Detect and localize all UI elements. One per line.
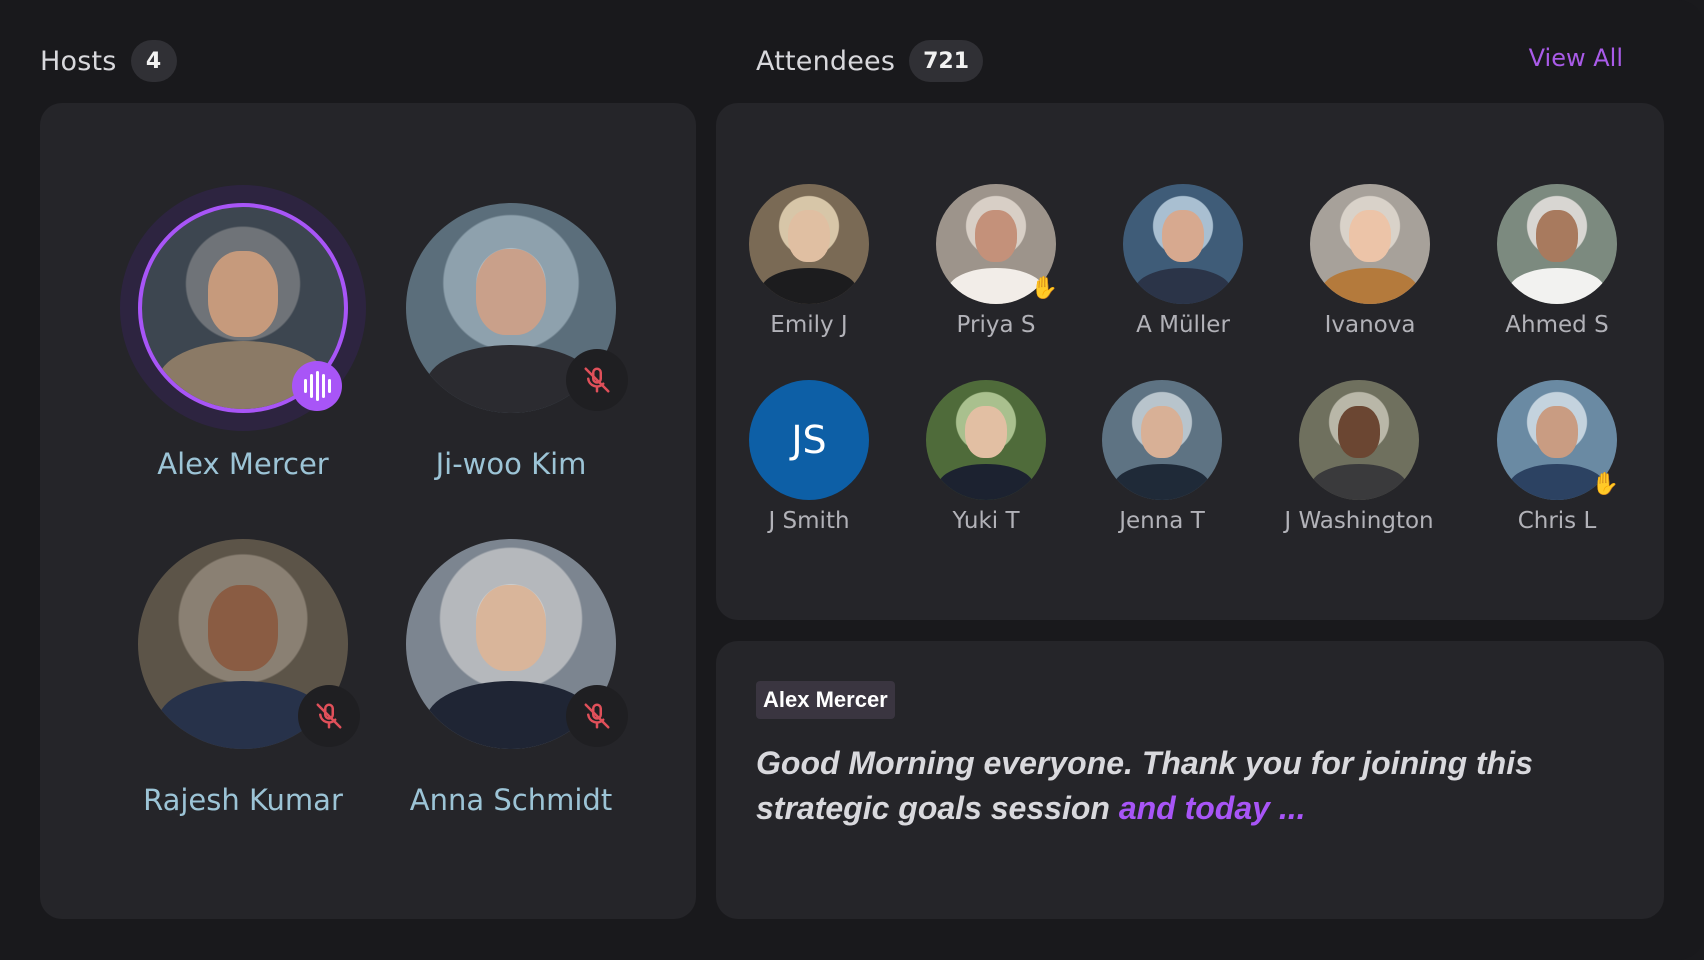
attendee-ahmed-s[interactable]: Ahmed S xyxy=(1464,184,1650,338)
host-avatar-wrap xyxy=(406,539,628,749)
hosts-count-badge: 4 xyxy=(130,40,177,82)
view-all-link[interactable]: View All xyxy=(1529,44,1623,72)
avatar xyxy=(1102,380,1222,500)
mic-off-icon[interactable] xyxy=(566,685,628,747)
host-tile-alex-mercer[interactable]: Alex Mercer xyxy=(120,185,366,481)
attendee-name: Emily J xyxy=(770,312,848,338)
raised-hand-icon: ✋ xyxy=(1030,276,1058,301)
attendees-header: Attendees 721 xyxy=(756,40,984,82)
host-tile-anna-schmidt[interactable]: Anna Schmidt xyxy=(396,539,628,817)
host-name: Anna Schmidt xyxy=(409,783,613,817)
attendee-name: Ahmed S xyxy=(1505,312,1609,338)
attendee-priya-s[interactable]: ✋ Priya S xyxy=(903,184,1089,338)
hosts-header: Hosts 4 xyxy=(40,40,177,82)
mic-off-icon[interactable] xyxy=(298,685,360,747)
attendee-name: Priya S xyxy=(956,312,1036,338)
avatar xyxy=(1310,184,1430,304)
transcript-panel: Alex Mercer Good Morning everyone. Thank… xyxy=(716,641,1664,919)
avatar xyxy=(1299,380,1419,500)
attendee-j-smith[interactable]: JS J Smith xyxy=(716,380,902,534)
attendee-a-muller[interactable]: A Müller xyxy=(1090,184,1276,338)
raised-hand-icon: ✋ xyxy=(1591,472,1619,497)
attendee-name: Yuki T xyxy=(952,508,1020,534)
attendee-jenna-t[interactable]: Jenna T xyxy=(1069,380,1255,534)
host-name: Alex Mercer xyxy=(157,447,329,481)
attendees-count-badge: 721 xyxy=(909,40,984,82)
initials-avatar: JS xyxy=(749,380,869,500)
host-avatar-wrap xyxy=(120,185,366,431)
host-avatar-wrap xyxy=(138,539,360,749)
attendee-name: J Smith xyxy=(768,508,850,534)
attendee-j-washington[interactable]: J Washington xyxy=(1266,380,1452,534)
attendees-title: Attendees xyxy=(756,45,896,77)
hosts-title: Hosts xyxy=(40,45,117,77)
host-name: Ji-woo Kim xyxy=(435,447,587,481)
audio-waveform-icon xyxy=(292,361,342,411)
avatar xyxy=(926,380,1046,500)
attendee-name: A Müller xyxy=(1136,312,1230,338)
avatar xyxy=(749,184,869,304)
app-frame: Hosts 4 Attendees 721 View All Alex Merc… xyxy=(0,0,1704,960)
host-avatar-wrap xyxy=(406,203,628,413)
attendee-name: Jenna T xyxy=(1119,508,1205,534)
speaker-tag: Alex Mercer xyxy=(756,681,895,719)
attendees-panel: Emily J ✋ Priya S A Müller Ivanova Ahmed… xyxy=(716,103,1664,620)
mic-off-icon[interactable] xyxy=(566,349,628,411)
attendee-name: Chris L xyxy=(1517,508,1597,534)
caption-highlight: and today ... xyxy=(1118,790,1306,826)
attendee-name: J Washington xyxy=(1284,508,1434,534)
host-name: Rajesh Kumar xyxy=(143,783,343,817)
live-caption: Good Morning everyone. Thank you for joi… xyxy=(756,741,1616,831)
attendee-yuki-t[interactable]: Yuki T xyxy=(893,380,1079,534)
attendee-emily-j[interactable]: Emily J xyxy=(716,184,902,338)
attendee-chris-l[interactable]: ✋ Chris L xyxy=(1464,380,1650,534)
host-tile-rajesh-kumar[interactable]: Rajesh Kumar xyxy=(128,539,360,817)
host-tile-ji-woo-kim[interactable]: Ji-woo Kim xyxy=(396,203,628,481)
avatar xyxy=(1497,184,1617,304)
hosts-panel: Alex Mercer Ji-woo Kim Rajesh Kumar Anna… xyxy=(40,103,696,919)
avatar xyxy=(1123,184,1243,304)
attendee-name: Ivanova xyxy=(1324,312,1416,338)
attendee-ivanova[interactable]: Ivanova xyxy=(1277,184,1463,338)
